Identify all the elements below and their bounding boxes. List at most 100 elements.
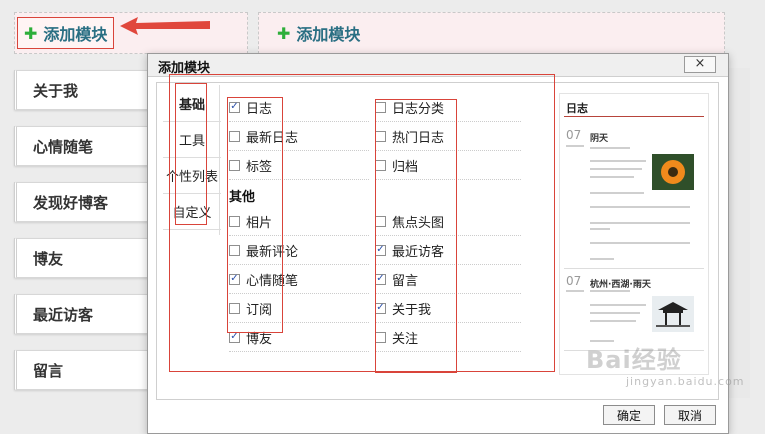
option-label: 日志 [246, 101, 273, 117]
option-label: 日志分类 [392, 101, 445, 117]
sidebar-module-recent-visitors[interactable]: 最近访客 [14, 294, 160, 334]
option-label: 留言 [392, 273, 419, 289]
plus-icon: ✚ [24, 23, 38, 43]
preview-post-title: 阴天 [590, 134, 609, 144]
checkbox[interactable]: ✓ [375, 273, 386, 285]
option-recent-visitors[interactable]: ✓ 最近访客 [375, 236, 521, 265]
option-label: 关于我 [392, 302, 432, 318]
checkbox[interactable] [375, 331, 386, 343]
preview-text-line [590, 320, 636, 322]
preview-text-line [590, 160, 646, 162]
sidebar-module-discover-blogs[interactable]: 发现好博客 [14, 182, 160, 222]
dialog-title: 添加模块 [158, 61, 211, 76]
module-label: 发现好博客 [33, 193, 109, 212]
checkbox[interactable]: ✓ [229, 273, 240, 285]
option-label: 最近访客 [392, 244, 445, 260]
module-label: 博友 [33, 249, 64, 268]
preview-separator [564, 268, 704, 269]
tab-custom[interactable]: 自定义 [163, 193, 221, 230]
add-module-bar-right: ✚ 添加模块 [258, 12, 725, 54]
option-label: 订阅 [246, 302, 273, 318]
option-latest-comments[interactable]: 最新评论 [229, 236, 369, 265]
option-blog-category[interactable]: 日志分类 [375, 93, 521, 122]
option-label: 标签 [246, 159, 273, 175]
preview-text-line [590, 206, 690, 208]
option-label: 心情随笔 [246, 273, 299, 289]
checkbox[interactable] [229, 130, 240, 142]
sidebar-module-messages[interactable]: 留言 [14, 350, 160, 390]
cancel-button[interactable]: 取消 [664, 405, 716, 425]
plus-icon: ✚ [277, 23, 291, 43]
preview-post-title: 杭州·西湖·雨天 [590, 280, 651, 290]
ok-button[interactable]: 确定 [603, 405, 655, 425]
option-label: 焦点头图 [392, 215, 445, 231]
preview-text-line [566, 290, 584, 292]
tab-personal-list[interactable]: 个性列表 [163, 157, 221, 194]
preview-text-line [590, 228, 610, 230]
option-follow[interactable]: 关注 [375, 323, 521, 352]
checkbox[interactable] [375, 130, 386, 142]
option-archive[interactable]: 归档 [375, 151, 521, 180]
checkbox[interactable] [229, 302, 240, 314]
option-messages[interactable]: ✓ 留言 [375, 265, 521, 294]
preview-text-line [590, 258, 614, 260]
baidu-watermark: Bai经验 jingyan.baidu.com [586, 340, 745, 388]
option-label: 归档 [392, 159, 419, 175]
checkbox[interactable]: ✓ [229, 101, 240, 113]
preview-text-line [590, 304, 646, 306]
option-friends[interactable]: ✓ 博友 [229, 323, 369, 352]
checkbox[interactable] [375, 159, 386, 171]
option-tags[interactable]: 标签 [229, 151, 369, 180]
checkbox[interactable] [375, 101, 386, 113]
preview-text-line [590, 147, 630, 149]
option-focus-image[interactable]: 焦点头图 [375, 207, 521, 236]
option-blog[interactable]: ✓ 日志 [229, 93, 369, 122]
sidebar-module-friends[interactable]: 博友 [14, 238, 160, 278]
checkbox[interactable] [229, 215, 240, 227]
tab-column: 基础 工具 个性列表 自定义 [159, 85, 221, 235]
module-label: 留言 [33, 361, 64, 380]
option-label: 热门日志 [392, 130, 445, 146]
module-preview: 日志 07 阴天 07 杭州·西湖·雨天 [559, 93, 709, 375]
preview-text-line [590, 192, 644, 194]
red-arrow-icon [120, 17, 210, 35]
checkbox[interactable] [229, 159, 240, 171]
checkbox[interactable]: ✓ [229, 331, 240, 343]
checkbox[interactable]: ✓ [375, 302, 386, 314]
tab-basic[interactable]: 基础 [163, 85, 221, 122]
tab-tools[interactable]: 工具 [163, 121, 221, 158]
option-label: 关注 [392, 331, 419, 347]
checkbox[interactable] [229, 244, 240, 256]
checkbox[interactable]: ✓ [375, 244, 386, 256]
option-label: 相片 [246, 215, 273, 231]
preview-text-line [590, 168, 642, 170]
checkbox[interactable] [375, 215, 386, 227]
dialog-header: 添加模块 × [148, 54, 728, 77]
option-label: 最新评论 [246, 244, 299, 260]
module-label: 关于我 [33, 81, 79, 100]
option-label: 博友 [246, 331, 273, 347]
module-label: 最近访客 [33, 305, 94, 324]
flower-thumbnail-icon [652, 154, 694, 190]
preview-text-line [566, 145, 584, 147]
pavilion-thumbnail-icon [652, 296, 694, 332]
sidebar-module-about-me[interactable]: 关于我 [14, 70, 160, 110]
add-module-label: 添加模块 [296, 25, 361, 44]
watermark-text: Bai经验 [586, 346, 682, 374]
option-subscribe[interactable]: 订阅 [229, 294, 369, 323]
option-mood[interactable]: ✓ 心情随笔 [229, 265, 369, 294]
add-module-button-left[interactable]: ✚ 添加模块 [17, 17, 115, 49]
option-label: 最新日志 [246, 130, 299, 146]
preview-text-line [590, 222, 690, 224]
option-photos[interactable]: 相片 [229, 207, 369, 236]
option-about-me[interactable]: ✓ 关于我 [375, 294, 521, 323]
preview-title: 日志 [566, 102, 588, 115]
option-latest-blog[interactable]: 最新日志 [229, 122, 369, 151]
add-module-button-right[interactable]: ✚ 添加模块 [271, 18, 366, 48]
sidebar-module-mood[interactable]: 心情随笔 [14, 126, 160, 166]
preview-text-line [590, 312, 640, 314]
add-module-label: 添加模块 [43, 25, 108, 44]
close-button[interactable]: × [684, 56, 716, 73]
option-hot-blog[interactable]: 热门日志 [375, 122, 521, 151]
preview-text-line [590, 242, 690, 244]
